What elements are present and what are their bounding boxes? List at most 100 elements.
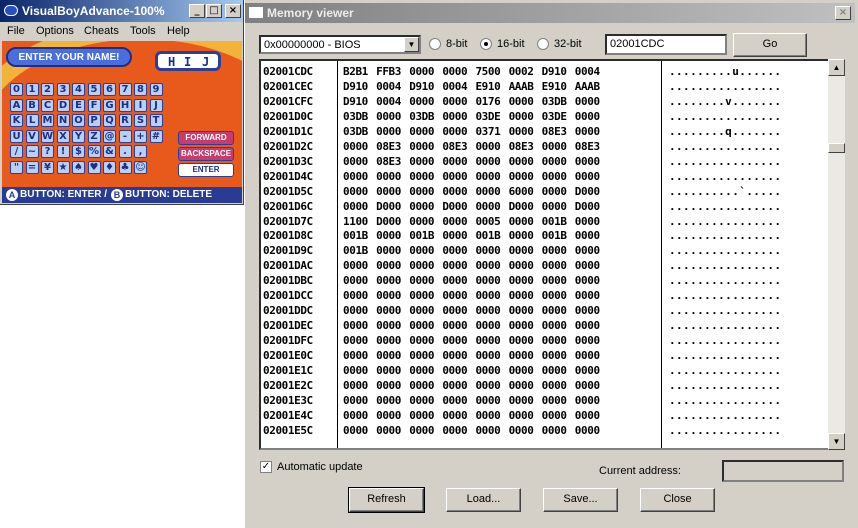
memory-row[interactable]: 02001D3C 0000 08E3 0000 0000 0000 0000 00…: [261, 154, 830, 169]
memory-region-select[interactable]: 0x00000000 - BIOS ▼: [259, 35, 421, 54]
keyboard-key: 6: [103, 83, 116, 96]
memory-row-hex: 0000 0000 0000 0000 0000 0000 0000 0000: [343, 423, 600, 437]
memory-row-ascii: ................: [669, 214, 782, 228]
vertical-scrollbar[interactable]: ▲ ▼: [828, 59, 845, 450]
memory-row-ascii: ................: [669, 139, 782, 153]
menu-help[interactable]: Help: [167, 25, 190, 37]
keyboard-key: 7: [118, 83, 132, 96]
memory-row-hex: 0000 0000 0000 0000 0000 0000 0000 0000: [343, 259, 600, 273]
menu-tools[interactable]: Tools: [130, 25, 156, 37]
memory-row-hex: 0000 0000 0000 0000 0000 0000 0000 0000: [343, 378, 600, 392]
minimize-button[interactable]: _: [189, 4, 205, 18]
memory-row[interactable]: 02001D2C 0000 08E3 0000 08E3 0000 08E3 00…: [261, 139, 830, 154]
memory-row-ascii: ................: [669, 304, 782, 318]
name-char: I: [184, 55, 192, 69]
load-button[interactable]: Load...: [446, 488, 521, 512]
memory-row[interactable]: 02001DCC 0000 0000 0000 0000 0000 0000 00…: [261, 288, 830, 303]
radio-8bit-dot[interactable]: [429, 38, 441, 50]
save-button[interactable]: Save...: [543, 488, 618, 512]
memory-row-hex: 0000 0000 0000 0000 0000 0000 0000 0000: [343, 304, 600, 318]
memory-row-hex: 0000 0000 0000 0000 0000 0000 0000 0000: [343, 334, 600, 348]
scroll-up-arrow-icon[interactable]: ▲: [828, 59, 845, 76]
automatic-update-checkbox[interactable]: ✓: [260, 461, 272, 473]
a-button-icon: A: [6, 189, 18, 201]
memory-row[interactable]: 02001D5C 0000 0000 0000 0000 0000 6000 00…: [261, 184, 830, 199]
keyboard-key: .: [118, 145, 132, 158]
memory-row-address: 02001E0C: [263, 349, 313, 363]
radio-8bit-label: 8-bit: [446, 38, 468, 50]
memory-row[interactable]: 02001DBC 0000 0000 0000 0000 0000 0000 00…: [261, 273, 830, 288]
memory-row[interactable]: 02001CEC D910 0004 D910 0004 E910 AAAB E9…: [261, 79, 830, 94]
memory-row-ascii: ................: [669, 169, 782, 183]
close-dialog-button[interactable]: Close: [640, 488, 715, 512]
memory-row-hex: 0000 0000 0000 0000 0000 0000 0000 0000: [343, 364, 600, 377]
memory-row-hex: 0000 0000 0000 0000 0000 0000 0000 0000: [343, 289, 600, 303]
memory-row[interactable]: 02001D0C 03DB 0000 03DB 0000 03DE 0000 03…: [261, 109, 830, 124]
memory-row[interactable]: 02001D9C 001B 0000 0000 0000 0000 0000 00…: [261, 243, 830, 258]
memory-row-ascii: ................: [669, 274, 782, 288]
automatic-update-label: Automatic update: [277, 461, 363, 473]
memory-row-hex: B2B1 FFB3 0000 0000 7500 0002 D910 0004: [343, 65, 600, 78]
refresh-button[interactable]: Refresh: [348, 487, 425, 513]
memory-row-hex: 0000 0000 0000 0000 0000 0000 0000 0000: [343, 319, 600, 333]
memory-row[interactable]: 02001E4C 0000 0000 0000 0000 0000 0000 00…: [261, 408, 830, 423]
keyboard-key: %: [87, 145, 101, 158]
radio-32bit-dot[interactable]: [537, 38, 549, 50]
memory-row-address: 02001D9C: [263, 244, 313, 258]
memory-dump-view[interactable]: 02001CDC B2B1 FFB3 0000 0000 7500 0002 D9…: [259, 59, 832, 450]
memory-row[interactable]: 02001E0C 0000 0000 0000 0000 0000 0000 00…: [261, 348, 830, 363]
memory-viewer-title: Memory viewer: [267, 6, 354, 20]
memory-row-ascii: ................: [669, 393, 782, 407]
memory-row[interactable]: 02001D7C 1100 D000 0000 0000 0005 0000 00…: [261, 214, 830, 229]
go-button[interactable]: Go: [733, 33, 807, 57]
memory-row[interactable]: 02001CDC B2B1 FFB3 0000 0000 7500 0002 D9…: [261, 64, 830, 79]
scroll-down-arrow-icon[interactable]: ▼: [828, 433, 845, 450]
memory-row[interactable]: 02001E2C 0000 0000 0000 0000 0000 0000 00…: [261, 378, 830, 393]
memory-row-address: 02001DEC: [263, 319, 313, 333]
memory-row-ascii: ................: [669, 364, 782, 377]
close-button[interactable]: ×: [225, 4, 241, 18]
hint-b-text: BUTTON: DELETE: [125, 189, 213, 200]
game-screen[interactable]: ENTER YOUR NAME! H I J 0123456789ABCDEFG…: [2, 41, 242, 203]
keyboard-key: X: [56, 129, 70, 143]
memory-row[interactable]: 02001DDC 0000 0000 0000 0000 0000 0000 00…: [261, 303, 830, 318]
memory-row-address: 02001D1C: [263, 124, 313, 138]
menu-options[interactable]: Options: [36, 25, 74, 37]
maximize-button[interactable]: □: [206, 4, 222, 18]
keyboard-key: ♠: [72, 160, 85, 174]
memory-row[interactable]: 02001E1C 0000 0000 0000 0000 0000 0000 00…: [261, 363, 830, 378]
keyboard-key: E: [72, 98, 85, 112]
vba-titlebar[interactable]: VisualBoyAdvance-100% _ □ ×: [0, 0, 243, 22]
memory-row[interactable]: 02001DAC 0000 0000 0000 0000 0000 0000 00…: [261, 258, 830, 273]
memory-row-hex: 1100 D000 0000 0000 0005 0000 001B 0000: [343, 214, 600, 228]
memory-viewer-close-button[interactable]: ×: [835, 6, 851, 20]
keyboard-key: ♣: [118, 160, 132, 174]
memory-row[interactable]: 02001D1C 03DB 0000 0000 0000 0371 0000 08…: [261, 124, 830, 139]
memory-row[interactable]: 02001DFC 0000 0000 0000 0000 0000 0000 00…: [261, 333, 830, 348]
keyboard-key: +: [134, 129, 147, 143]
memory-row[interactable]: 02001DEC 0000 0000 0000 0000 0000 0000 00…: [261, 318, 830, 333]
keyboard-key: R: [118, 114, 132, 127]
keyboard-key: 8: [134, 83, 147, 96]
memory-row[interactable]: 02001D4C 0000 0000 0000 0000 0000 0000 00…: [261, 169, 830, 184]
memory-row[interactable]: 02001E3C 0000 0000 0000 0000 0000 0000 00…: [261, 393, 830, 408]
menu-file[interactable]: File: [7, 25, 25, 37]
memory-row-hex: 0000 0000 0000 0000 0000 0000 0000 0000: [343, 274, 600, 288]
menu-cheats[interactable]: Cheats: [84, 25, 119, 37]
memory-row-ascii: ................: [669, 79, 782, 93]
memory-row-ascii: ................: [669, 423, 782, 437]
hint-a-text: BUTTON: ENTER /: [20, 189, 108, 200]
chevron-down-icon[interactable]: ▼: [404, 37, 419, 52]
memory-row[interactable]: 02001CFC D910 0004 0000 0000 0176 0000 03…: [261, 94, 830, 109]
vba-menubar: File Options Cheats Tools Help: [0, 22, 243, 41]
keyboard-key: -: [118, 129, 132, 143]
address-input[interactable]: 02001CDC: [605, 34, 727, 55]
memory-row-ascii: ........q.......: [669, 124, 782, 138]
memory-viewer-titlebar[interactable]: Memory viewer ×: [245, 3, 855, 23]
memory-row[interactable]: 02001D8C 001B 0000 001B 0000 001B 0000 00…: [261, 228, 830, 243]
memory-row[interactable]: 02001D6C 0000 D000 0000 D000 0000 D000 00…: [261, 199, 830, 214]
scrollbar-thumb[interactable]: [828, 143, 845, 153]
memory-row[interactable]: 02001E5C 0000 0000 0000 0000 0000 0000 00…: [261, 423, 830, 438]
radio-16bit-dot[interactable]: [480, 38, 492, 50]
keyboard-key: 1: [25, 83, 39, 96]
